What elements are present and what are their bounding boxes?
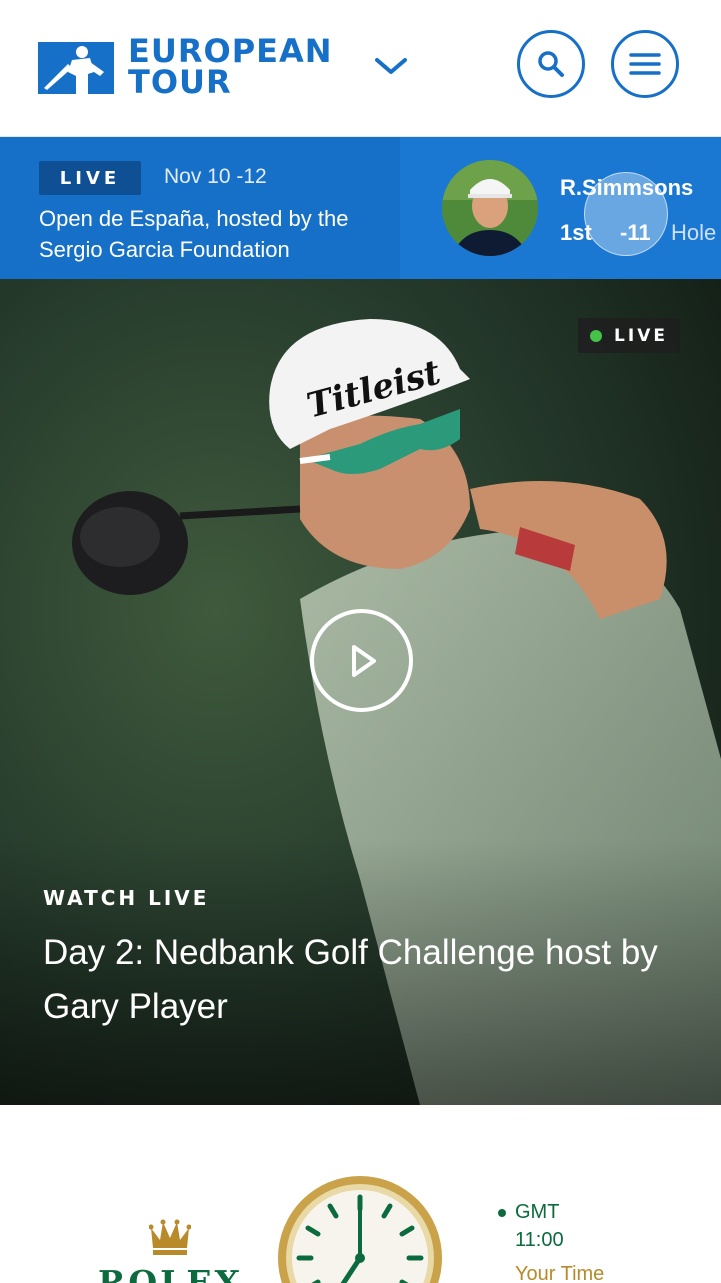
- rolex-logo: ROLEX: [98, 1263, 244, 1283]
- your-time-label: Your Time: [515, 1263, 605, 1283]
- logo-line-2: TOUR: [128, 63, 232, 101]
- leader-hole-label: Hole: [671, 220, 717, 245]
- site-header: EUROPEAN TOUR: [0, 0, 721, 137]
- event-name: Open de España, hosted by the Sergio Gar…: [39, 206, 349, 262]
- gmt-row: GMT: [498, 1201, 559, 1224]
- rolex-clock: [278, 1176, 442, 1283]
- live-dot-icon: [590, 329, 603, 342]
- leader-panel[interactable]: R.Simmsons 1st -11 Hole: [400, 137, 721, 279]
- play-button[interactable]: [310, 609, 413, 712]
- hero-live-badge: LIVE: [578, 318, 680, 353]
- search-icon: [538, 51, 564, 77]
- menu-button[interactable]: [611, 30, 679, 98]
- european-tour-logo[interactable]: [38, 42, 114, 94]
- crown-icon: [149, 1219, 191, 1255]
- search-button[interactable]: [517, 30, 585, 98]
- live-badge: LIVE: [39, 161, 141, 195]
- gmt-dot-icon: [498, 1208, 506, 1217]
- menu-icon: [629, 53, 661, 75]
- hero-live-label: LIVE: [614, 325, 668, 346]
- hero-title[interactable]: Day 2: Nedbank Golf Challenge host by Ga…: [43, 926, 683, 1034]
- live-event-panel[interactable]: LIVE Nov 10 -12 Open de España, hosted b…: [0, 137, 400, 279]
- logo-wordmark[interactable]: EUROPEAN TOUR: [128, 35, 333, 101]
- play-icon: [351, 644, 376, 677]
- chevron-down-icon[interactable]: [374, 54, 408, 78]
- gmt-label: GMT: [515, 1201, 560, 1223]
- rolex-clock-banner[interactable]: ROLEX GMT 11:00 Your Time: [0, 1105, 721, 1283]
- watch-live-label: WATCH LIVE: [43, 886, 210, 910]
- touch-indicator: [584, 172, 668, 256]
- hero-video[interactable]: Titleist LIVE WATCH LIVE Day 2: Nedbank …: [0, 279, 721, 1105]
- gmt-time: 11:00: [515, 1229, 564, 1251]
- player-avatar: [442, 160, 538, 256]
- event-dates: Nov 10 -12: [164, 165, 267, 188]
